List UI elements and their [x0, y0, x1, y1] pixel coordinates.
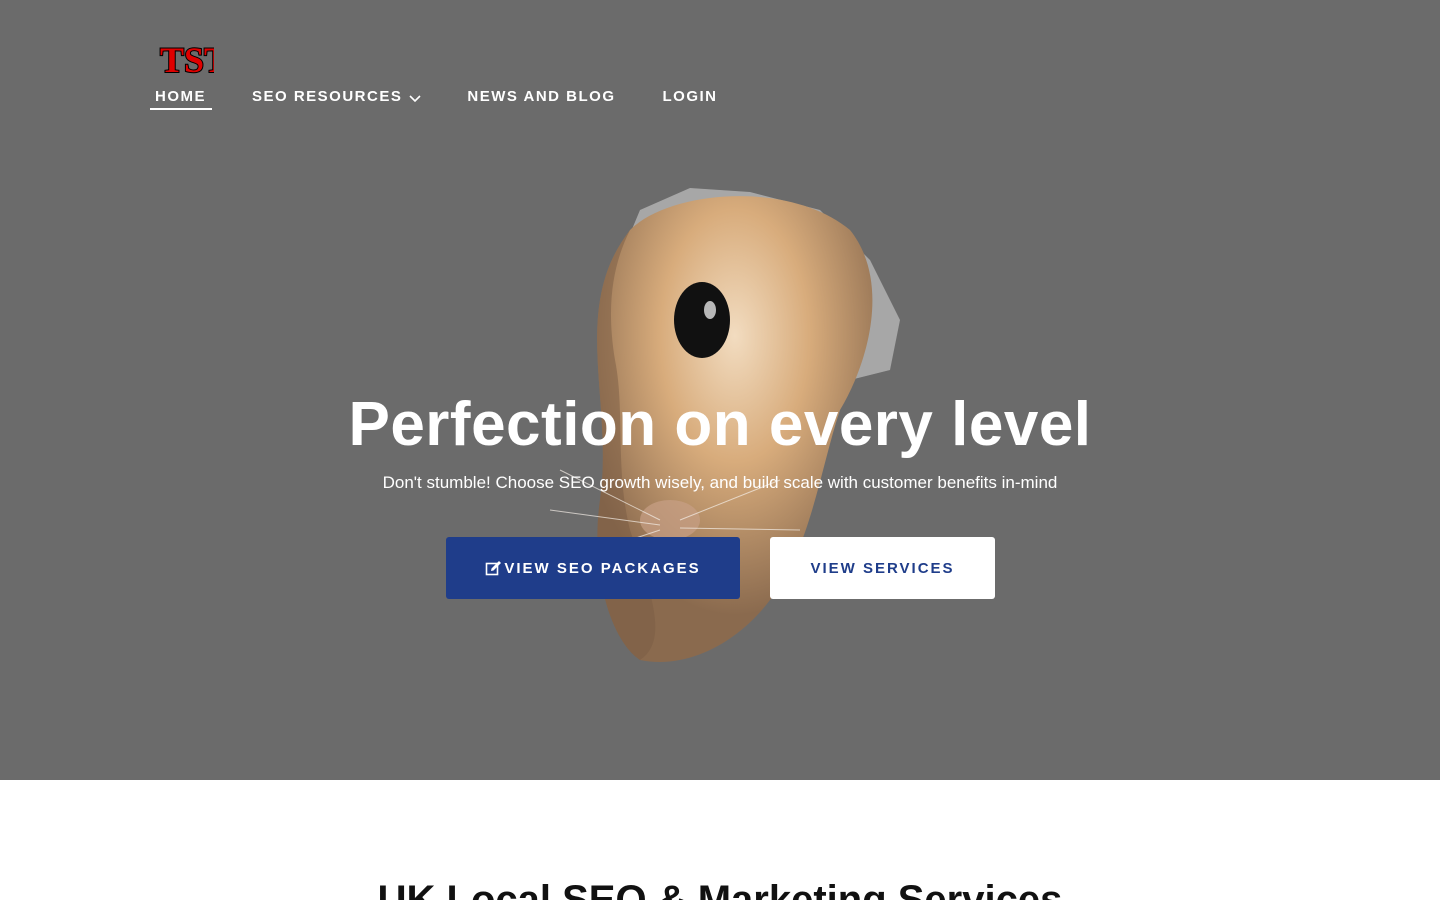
logo-text: TST — [160, 40, 214, 78]
hero-title: Perfection on every level — [348, 390, 1092, 459]
hero-subtitle: Don't stumble! Choose SEO growth wisely,… — [382, 473, 1058, 492]
view-seo-packages-label: VIEW SEO PACKAGES — [504, 559, 701, 577]
section-title: UK Local SEO & Marketing Services — [377, 878, 1063, 900]
view-services-label: VIEW SERVICES — [810, 559, 955, 577]
hero-section: TST HOME SEO RESOURCES NEWS AND BLOG LOG… — [0, 0, 1440, 780]
nav-item-home[interactable]: HOME — [150, 86, 212, 110]
nav-item-label: SEO RESOURCES — [252, 88, 403, 105]
nav-item-login[interactable]: LOGIN — [657, 86, 722, 110]
nav-item-label: NEWS AND BLOG — [467, 88, 616, 105]
view-seo-packages-button[interactable]: VIEW SEO PACKAGES — [446, 537, 740, 599]
nav-item-news-and-blog[interactable]: NEWS AND BLOG — [462, 86, 620, 110]
chevron-down-icon — [408, 92, 422, 104]
edit-icon — [485, 560, 502, 577]
nav-item-seo-resources[interactable]: SEO RESOURCES — [247, 86, 427, 110]
nav-item-label: HOME — [155, 88, 206, 105]
nav-item-label: LOGIN — [662, 88, 718, 105]
logo[interactable]: TST — [158, 38, 214, 78]
view-services-button[interactable]: VIEW SERVICES — [770, 537, 995, 599]
main-nav: HOME SEO RESOURCES NEWS AND BLOG LOGIN — [150, 86, 722, 110]
